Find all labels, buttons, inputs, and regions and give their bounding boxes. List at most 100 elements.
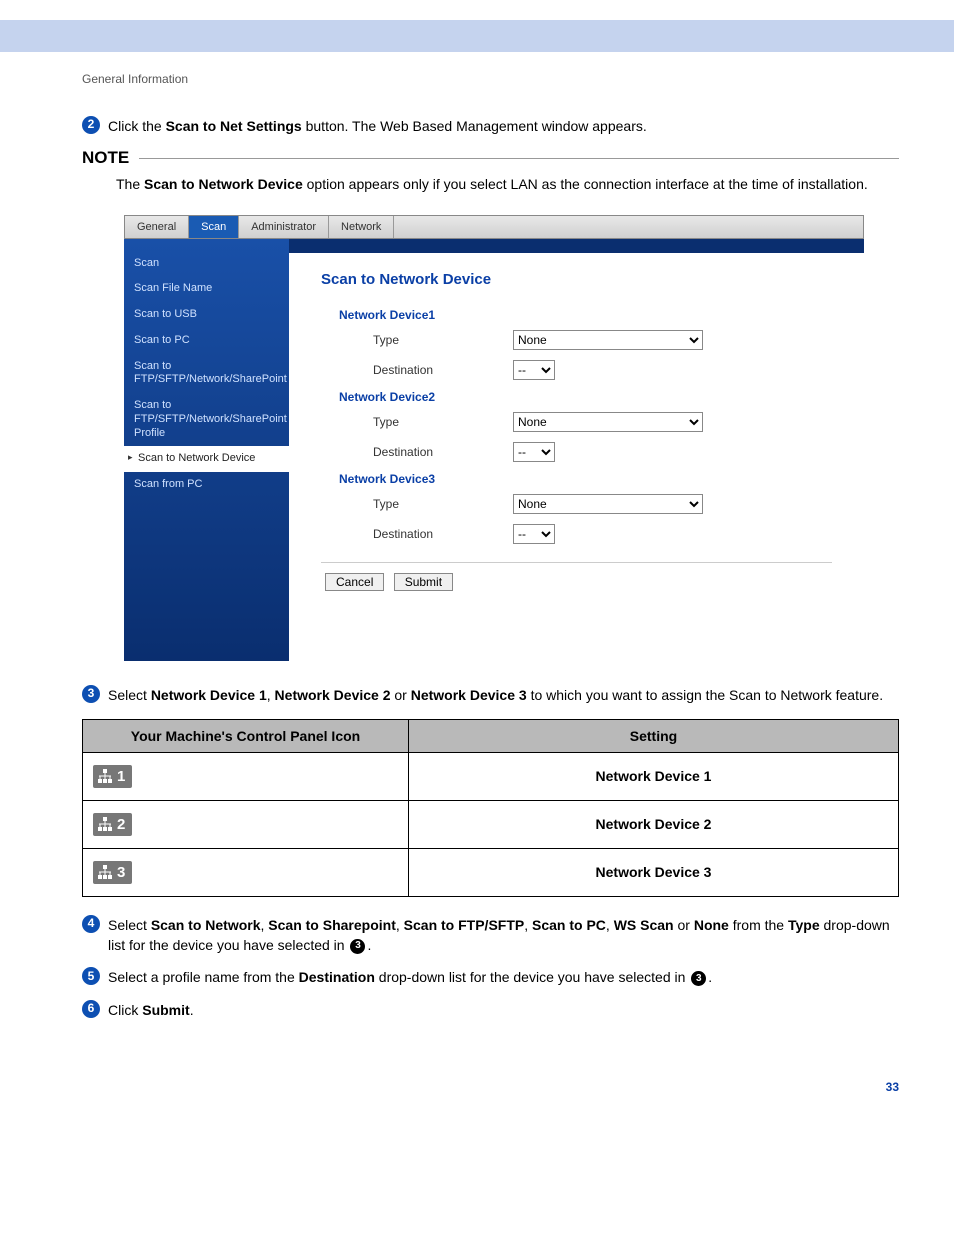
page-number: 33 <box>82 1080 899 1094</box>
step-3-s1: , <box>267 687 275 703</box>
s4-l2b: Type <box>788 917 820 933</box>
step-3-pre: Select <box>108 687 151 703</box>
s4-s2: , <box>396 917 404 933</box>
wbm-side-scan-from-pc[interactable]: Scan from PC <box>124 472 289 498</box>
s4-b6: None <box>694 917 729 933</box>
s4-b1: Scan to Network <box>151 917 261 933</box>
wbm-tab-scan[interactable]: Scan <box>189 216 239 238</box>
step-4: 4 Select Scan to Network, Scan to Sharep… <box>82 915 899 956</box>
wbm-g1-dest-label: Destination <box>373 363 513 377</box>
top-spacer <box>0 0 954 20</box>
wbm-side-scan-to-usb[interactable]: Scan to USB <box>124 302 289 328</box>
step-3-post: to which you want to assign the Scan to … <box>527 687 883 703</box>
step-4-number: 4 <box>82 915 100 933</box>
table-row: 1 Network Device 1 <box>83 752 899 800</box>
s4-b5: WS Scan <box>614 917 674 933</box>
wbm-sidebar: Scan Scan File Name Scan to USB Scan to … <box>124 239 289 661</box>
table-row: 3 Network Device 3 <box>83 848 899 896</box>
network-device-icon-1: 1 <box>93 765 132 788</box>
table-header-setting: Setting <box>409 719 899 752</box>
s4-b4: Scan to PC <box>532 917 606 933</box>
network-device-icon-3: 3 <box>93 861 132 884</box>
s5-bold: Destination <box>299 969 375 985</box>
icon-num-3: 3 <box>117 864 125 881</box>
table-setting-1: Network Device 1 <box>409 752 899 800</box>
wbm-tab-administrator[interactable]: Administrator <box>239 216 329 238</box>
wbm-side-scan-to-network-device[interactable]: Scan to Network Device <box>124 446 289 472</box>
breadcrumb: General Information <box>82 72 899 86</box>
s4-b2: Scan to Sharepoint <box>268 917 396 933</box>
step-2-text-post: button. The Web Based Management window … <box>302 118 647 134</box>
s4-s5: or <box>674 917 694 933</box>
step-3-b1: Network Device 1 <box>151 687 267 703</box>
wbm-g3-dest-select[interactable]: -- <box>513 524 555 544</box>
note-rule <box>139 158 899 159</box>
s6-end: . <box>190 1002 194 1018</box>
step-3-b2: Network Device 2 <box>275 687 391 703</box>
wbm-g3-type-label: Type <box>373 497 513 511</box>
s5-post: drop-down list for the device you have s… <box>375 969 689 985</box>
s4-s4: , <box>606 917 614 933</box>
step-2: 2 Click the Scan to Net Settings button.… <box>82 116 899 136</box>
wbm-submit-button[interactable]: Submit <box>394 573 453 591</box>
wbm-g2-type-label: Type <box>373 415 513 429</box>
step-5: 5 Select a profile name from the Destina… <box>82 967 899 987</box>
wbm-side-scan-to-ftp[interactable]: Scan to FTP/SFTP/Network/SharePoint <box>124 354 289 394</box>
step-3-b3: Network Device 3 <box>411 687 527 703</box>
wbm-screenshot: General Scan Administrator Network Scan … <box>124 215 864 661</box>
step-5-number: 5 <box>82 967 100 985</box>
s4-end: . <box>367 937 371 953</box>
wbm-g1-type-select[interactable]: None <box>513 330 703 350</box>
wbm-group2-label: Network Device2 <box>339 390 832 404</box>
note-label: NOTE <box>82 148 129 168</box>
wbm-g2-dest-label: Destination <box>373 445 513 459</box>
step-5-ref-icon: 3 <box>691 971 706 986</box>
wbm-tabs: General Scan Administrator Network <box>124 215 864 239</box>
note-bold: Scan to Network Device <box>144 176 303 192</box>
wbm-side-scan-to-ftp-profile[interactable]: Scan to FTP/SFTP/Network/SharePoint Prof… <box>124 393 289 446</box>
icon-num-1: 1 <box>117 768 125 785</box>
header-blue-band <box>0 20 954 52</box>
wbm-group1-label: Network Device1 <box>339 308 832 322</box>
wbm-g3-dest-label: Destination <box>373 527 513 541</box>
wbm-side-scan-file-name[interactable]: Scan File Name <box>124 276 289 302</box>
note-pre: The <box>116 176 144 192</box>
step-4-ref-icon: 3 <box>350 939 365 954</box>
note-post: option appears only if you select LAN as… <box>303 176 868 192</box>
table-header-icon: Your Machine's Control Panel Icon <box>83 719 409 752</box>
step-2-text-bold: Scan to Net Settings <box>166 118 302 134</box>
wbm-separator <box>321 562 832 563</box>
note-heading: NOTE <box>82 148 899 168</box>
step-2-text-pre: Click the <box>108 118 166 134</box>
wbm-group3-label: Network Device3 <box>339 472 832 486</box>
network-device-icon-2: 2 <box>93 813 132 836</box>
step-3-number: 3 <box>82 685 100 703</box>
note-body: The Scan to Network Device option appear… <box>82 174 899 194</box>
wbm-main-title: Scan to Network Device <box>321 271 832 288</box>
wbm-main: Scan to Network Device Network Device1 T… <box>289 239 864 661</box>
s6-bold: Submit <box>142 1002 189 1018</box>
table-setting-3: Network Device 3 <box>409 848 899 896</box>
step-3: 3 Select Network Device 1, Network Devic… <box>82 685 899 705</box>
wbm-g2-dest-select[interactable]: -- <box>513 442 555 462</box>
wbm-g1-type-label: Type <box>373 333 513 347</box>
wbm-side-scan-to-pc[interactable]: Scan to PC <box>124 328 289 354</box>
s5-end: . <box>708 969 712 985</box>
wbm-cancel-button[interactable]: Cancel <box>325 573 384 591</box>
s4-pre: Select <box>108 917 151 933</box>
wbm-tab-network[interactable]: Network <box>329 216 394 238</box>
icon-num-2: 2 <box>117 816 125 833</box>
wbm-g3-type-select[interactable]: None <box>513 494 703 514</box>
wbm-side-scan[interactable]: Scan <box>124 251 289 277</box>
wbm-tab-general[interactable]: General <box>125 216 189 238</box>
table-setting-2: Network Device 2 <box>409 800 899 848</box>
s4-s3: , <box>524 917 532 933</box>
s4-l2a: from the <box>729 917 788 933</box>
s4-b3: Scan to FTP/SFTP <box>404 917 525 933</box>
icon-setting-table: Your Machine's Control Panel Icon Settin… <box>82 719 899 897</box>
wbm-g1-dest-select[interactable]: -- <box>513 360 555 380</box>
wbm-g2-type-select[interactable]: None <box>513 412 703 432</box>
step-6-number: 6 <box>82 1000 100 1018</box>
step-3-s2: or <box>391 687 411 703</box>
s6-pre: Click <box>108 1002 142 1018</box>
